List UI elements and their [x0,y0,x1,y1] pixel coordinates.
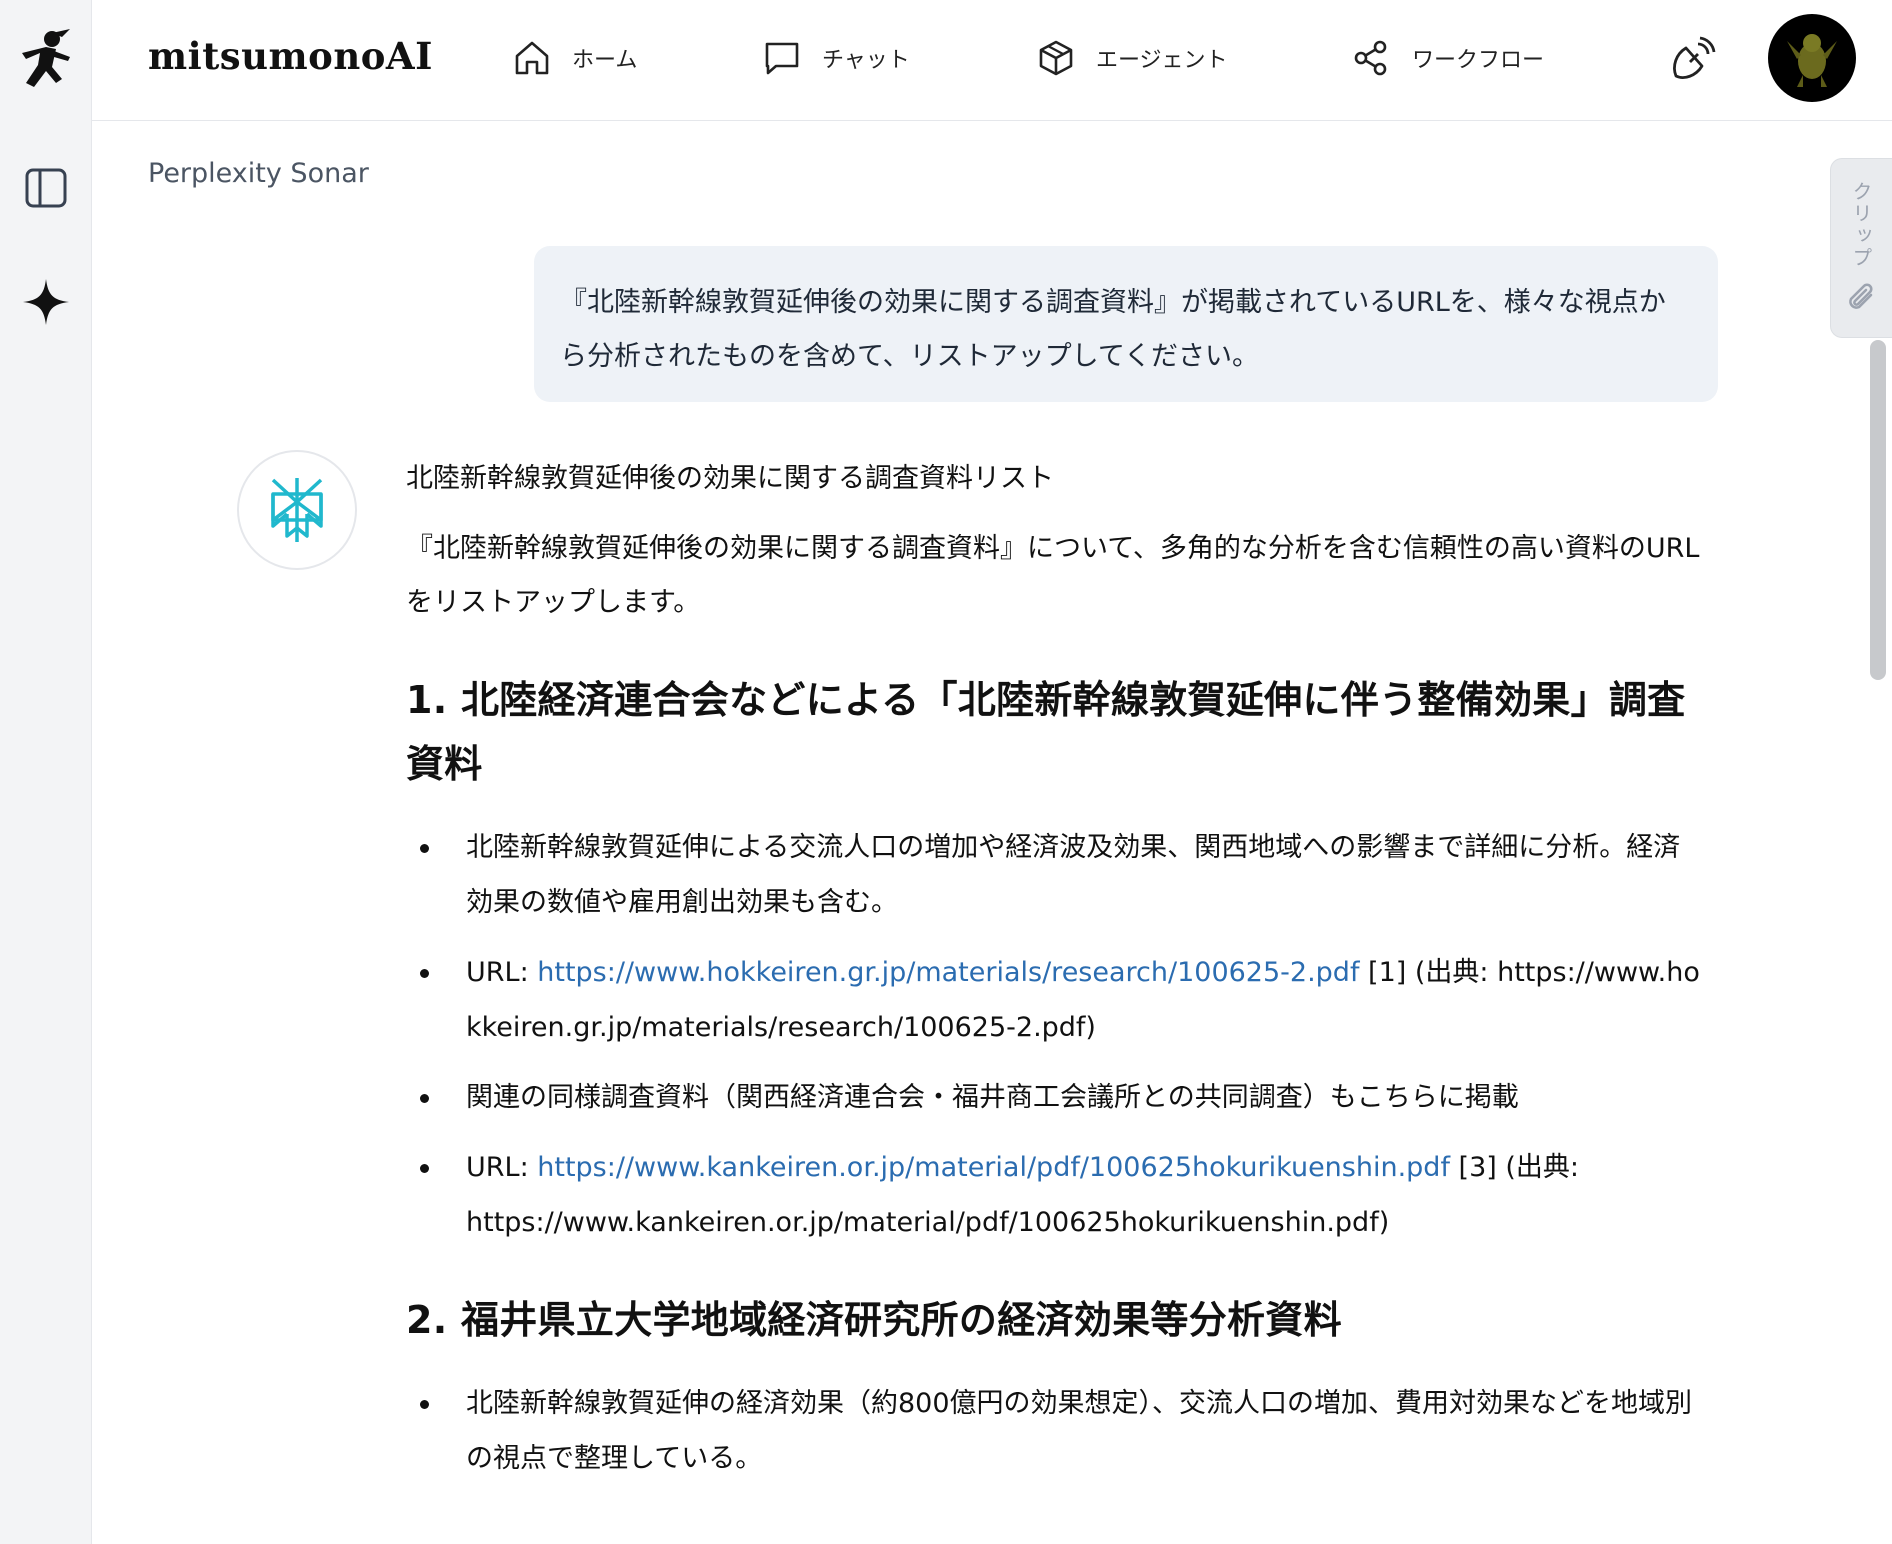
url-prefix: URL: [466,1152,538,1183]
assistant-answer: 北陸新幹線敦賀延伸後の効果に関する調査資料リスト 『北陸新幹線敦賀延伸後の効果に… [406,452,1706,1501]
list-item: URL: https://www.kankeiren.or.jp/materia… [406,1140,1706,1250]
bullet-text: 関連の同様調査資料（関西経済連合会・福井商工会議所との共同調査）もこちらに掲載 [466,1082,1519,1113]
bullet-text: 北陸新幹線敦賀延伸の経済効果（約800億円の効果想定）、交流人口の増加、費用対効… [466,1388,1693,1474]
section-heading-2: 2. 福井県立大学地域経済研究所の経済効果等分析資料 [406,1298,1342,1342]
chat-bubble-icon [765,42,799,75]
clip-tab[interactable]: クリップ [1830,158,1892,338]
cube-icon [1039,40,1073,76]
perplexity-logo-icon [237,450,357,570]
nav-workflow[interactable]: ワークフロー [1352,36,1544,80]
home-icon [515,41,549,75]
list-item: 関連の同様調査資料（関西経済連合会・福井商工会議所との共同調査）もこちらに掲載 [406,1070,1706,1125]
ninja-logo-icon[interactable] [14,29,78,96]
bullet-text: 北陸新幹線敦賀延伸による交流人口の増加や経済波及効果、関西地域への影響まで詳細に… [466,832,1681,918]
section-2-list: 北陸新幹線敦賀延伸の経済効果（約800億円の効果想定）、交流人口の増加、費用対効… [406,1376,1706,1486]
nav-agent[interactable]: エージェント [1036,36,1228,80]
nav-chat[interactable]: チャット [762,36,910,80]
section-heading-1: 1. 北陸経済連合会などによる「北陸新幹線敦賀延伸に伴う整備効果」調査資料 [406,678,1686,786]
share-nodes-icon [1354,40,1387,76]
kankeiren-pdf-link[interactable]: https://www.kankeiren.or.jp/material/pdf… [537,1152,1450,1183]
clip-label: クリップ [1849,181,1873,269]
answer-title: 北陸新幹線敦賀延伸後の効果に関する調査資料リスト [406,463,1054,494]
section-1-list: 北陸新幹線敦賀延伸による交流人口の増加や経済波及効果、関西地域への影響まで詳細に… [406,820,1706,1250]
paperclip-icon [1848,283,1873,309]
brand-title[interactable]: mitsumonoAI [148,34,433,78]
left-rail [0,0,92,1544]
list-item: URL: https://www.hokkeiren.gr.jp/materia… [406,945,1706,1055]
hokkeiren-pdf-link[interactable]: https://www.hokkeiren.gr.jp/materials/re… [537,957,1359,988]
url-prefix: URL: [466,957,538,988]
nav-home-label: ホーム [572,48,638,73]
user-avatar[interactable] [1768,14,1856,102]
model-name-label: Perplexity Sonar [148,158,369,189]
nav-chat-label: チャット [822,48,910,73]
satellite-dish-icon[interactable] [1668,36,1716,84]
scrollbar-thumb[interactable] [1870,340,1886,680]
sidebar-toggle-icon[interactable] [14,156,78,220]
nav-workflow-label: ワークフロー [1412,48,1545,73]
user-message-bubble: 『北陸新幹線敦賀延伸後の効果に関する調査資料』が掲載されているURLを、様々な視… [534,246,1718,402]
top-header: mitsumonoAI ホーム チャット エージェント ワークフロー [92,0,1892,121]
nav-agent-label: エージェント [1096,48,1228,73]
user-message-text: 『北陸新幹線敦賀延伸後の効果に関する調査資料』が掲載されているURLを、様々な視… [560,287,1666,372]
sparkle-icon[interactable] [14,270,78,334]
answer-intro: 『北陸新幹線敦賀延伸後の効果に関する調査資料』について、多角的な分析を含む信頼性… [406,533,1700,618]
list-item: 北陸新幹線敦賀延伸による交流人口の増加や経済波及効果、関西地域への影響まで詳細に… [406,820,1706,930]
nav-home[interactable]: ホーム [512,36,637,80]
list-item: 北陸新幹線敦賀延伸の経済効果（約800億円の効果想定）、交流人口の増加、費用対効… [406,1376,1706,1486]
